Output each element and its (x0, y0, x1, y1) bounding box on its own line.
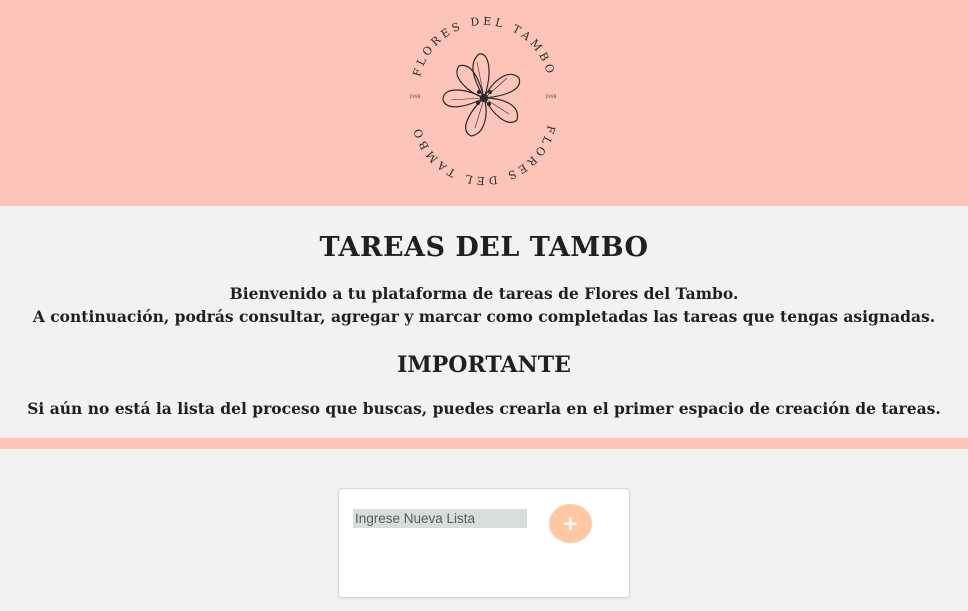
page-title: TAREAS DEL TAMBO (319, 232, 649, 263)
welcome-line-1: Bienvenido a tu plataforma de tareas de … (229, 284, 739, 303)
intro-section: TAREAS DEL TAMBO Bienvenido a tu platafo… (0, 206, 968, 438)
logo-year-left: 1998 (409, 94, 421, 100)
welcome-line-2: A continuación, podrás consultar, agrega… (32, 307, 936, 326)
logo-year-right: 1998 (545, 94, 557, 100)
welcome-text: Bienvenido a tu plataforma de tareas de … (0, 282, 968, 328)
logo-text-bottom: FLORES DEL TAMBO (410, 124, 557, 187)
flower-icon (442, 53, 521, 137)
svg-text:FLORES DEL TAMBO: FLORES DEL TAMBO (410, 15, 557, 78)
svg-text:FLORES DEL TAMBO: FLORES DEL TAMBO (410, 124, 557, 187)
logo-text-top: FLORES DEL TAMBO (410, 15, 554, 78)
add-list-button[interactable]: + (549, 504, 592, 543)
section-divider (0, 438, 968, 449)
important-heading: IMPORTANTE (397, 352, 571, 378)
new-list-card: + (338, 488, 630, 598)
flores-del-tambo-logo: FLORES DEL TAMBO FLORES DEL TAMBO 1998 1… (409, 15, 558, 187)
header-banner: FLORES DEL TAMBO FLORES DEL TAMBO 1998 1… (0, 0, 968, 206)
new-list-input[interactable] (353, 509, 527, 528)
important-note: Si aún no está la lista del proceso que … (27, 399, 941, 418)
